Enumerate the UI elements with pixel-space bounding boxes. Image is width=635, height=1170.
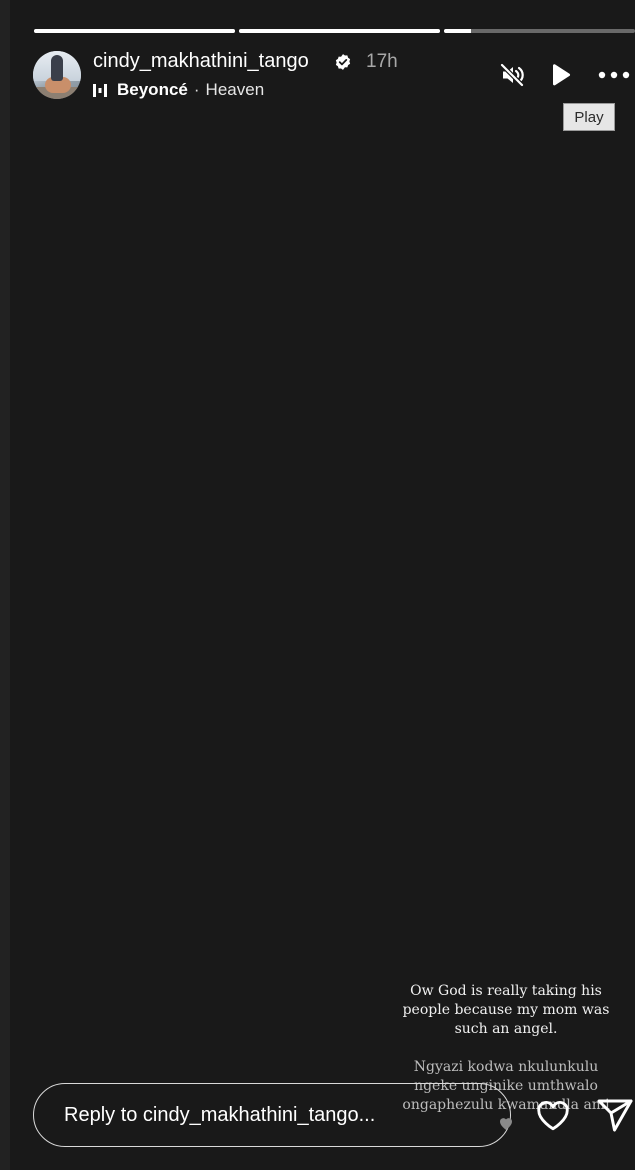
progress-segment-current xyxy=(444,29,635,33)
story-timestamp: 17h xyxy=(366,51,398,72)
music-separator: · xyxy=(193,80,200,99)
music-artist: Beyoncé xyxy=(117,80,188,99)
avatar[interactable] xyxy=(33,51,81,99)
like-heart-icon[interactable] xyxy=(534,1096,572,1134)
play-button[interactable] xyxy=(545,60,575,90)
story-progress-bars xyxy=(34,29,635,33)
music-attribution[interactable]: Beyoncé · Heaven xyxy=(93,80,264,100)
muted-speaker-icon xyxy=(499,62,525,88)
mute-button[interactable] xyxy=(497,60,527,90)
username[interactable]: cindy_makhathini_tango xyxy=(93,50,309,73)
music-song: Heaven xyxy=(205,80,265,99)
music-bars-icon xyxy=(93,84,107,97)
more-options-icon xyxy=(598,71,630,79)
caption-line-english: Ow God is really taking his people becau… xyxy=(402,983,610,1037)
story-viewer: cindy_makhathini_tango 17h Beyoncé · Hea… xyxy=(0,0,635,1170)
reply-input[interactable]: Reply to cindy_makhathini_tango... xyxy=(33,1083,511,1147)
more-options-button[interactable] xyxy=(597,60,631,90)
progress-segment xyxy=(34,29,235,33)
small-heart-icon xyxy=(500,1118,512,1130)
story-edge xyxy=(0,0,10,1170)
play-icon xyxy=(553,64,571,86)
progress-segment xyxy=(239,29,440,33)
verified-badge-icon xyxy=(335,54,351,70)
play-tooltip: Play xyxy=(563,103,615,131)
share-send-icon[interactable] xyxy=(596,1097,634,1133)
